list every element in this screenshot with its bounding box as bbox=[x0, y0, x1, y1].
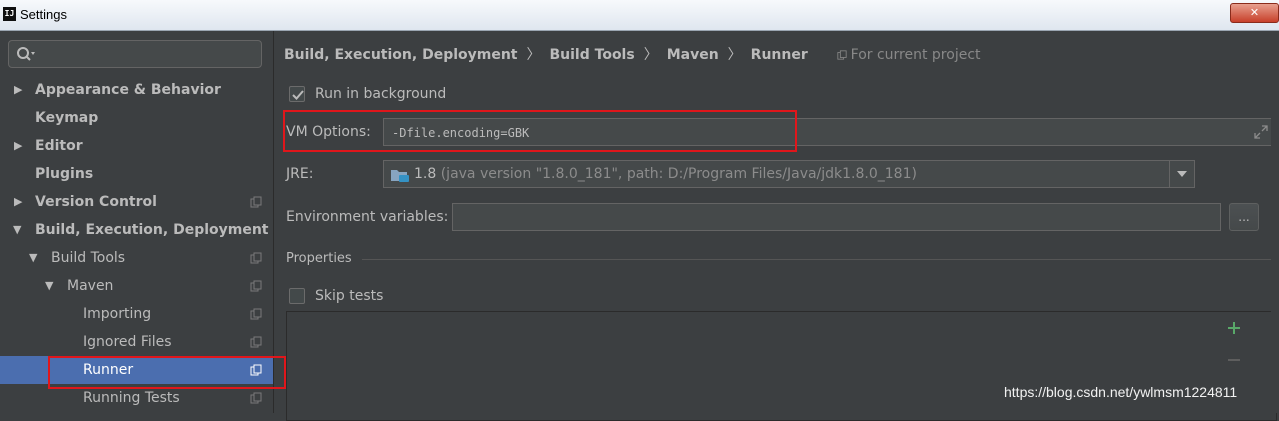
expand-arrow-icon[interactable]: ▶ bbox=[14, 132, 22, 160]
sidebar-item-label: Maven bbox=[67, 278, 114, 294]
project-scope-icon bbox=[250, 392, 262, 404]
skip-tests-label[interactable]: Skip tests bbox=[315, 288, 383, 304]
vm-options-field[interactable] bbox=[383, 118, 1277, 146]
jre-label: JRE: bbox=[286, 166, 314, 182]
breadcrumb-separator: 〉 bbox=[643, 47, 658, 63]
chevron-down-icon bbox=[1177, 171, 1187, 177]
sidebar-item-label: Editor bbox=[35, 138, 83, 154]
sidebar-item-runner[interactable]: Runner bbox=[0, 356, 273, 384]
project-scope-icon bbox=[250, 280, 262, 292]
sidebar-item-label: Keymap bbox=[35, 110, 99, 126]
project-scope-icon bbox=[250, 308, 262, 320]
sidebar-item-importing[interactable]: Importing bbox=[0, 300, 273, 328]
jre-version: 1.8 bbox=[414, 166, 437, 182]
search-input[interactable] bbox=[43, 45, 257, 65]
scope-label: For current project bbox=[850, 47, 981, 63]
sidebar-item-ignored-files[interactable]: Ignored Files bbox=[0, 328, 273, 356]
env-variables-input[interactable] bbox=[459, 208, 1213, 228]
settings-sidebar: ▶ Appearance & Behavior Keymap ▶ Editor … bbox=[0, 31, 273, 413]
sidebar-item-build-tools[interactable]: ▼ Build Tools bbox=[0, 244, 273, 272]
project-scope-icon bbox=[250, 252, 262, 264]
properties-table[interactable] bbox=[286, 311, 1277, 421]
breadcrumb-part: Maven bbox=[666, 47, 719, 63]
project-scope-icon bbox=[250, 336, 262, 348]
project-scope-icon bbox=[837, 50, 847, 60]
settings-search[interactable] bbox=[8, 40, 262, 68]
collapse-arrow-icon[interactable]: ▼ bbox=[13, 216, 21, 244]
run-in-background-label[interactable]: Run in background bbox=[315, 86, 446, 102]
checkmark-icon bbox=[292, 90, 304, 100]
close-button[interactable]: ✕ bbox=[1230, 3, 1279, 23]
vertical-scrollbar[interactable] bbox=[1271, 31, 1279, 413]
sidebar-item-plugins[interactable]: Plugins bbox=[0, 160, 273, 188]
sidebar-item-label: Running Tests bbox=[83, 390, 180, 406]
sidebar-item-label: Ignored Files bbox=[83, 334, 172, 350]
sidebar-item-label: Importing bbox=[83, 306, 152, 322]
vm-options-input[interactable] bbox=[390, 123, 1234, 143]
breadcrumb-separator: 〉 bbox=[727, 47, 742, 63]
breadcrumb-part: Build Tools bbox=[549, 47, 635, 63]
sidebar-item-appearance-behavior[interactable]: ▶ Appearance & Behavior bbox=[0, 76, 273, 104]
jdk-folder-icon bbox=[391, 170, 409, 182]
sidebar-item-maven[interactable]: ▼ Maven bbox=[0, 272, 273, 300]
sidebar-item-running-tests[interactable]: Running Tests bbox=[0, 384, 273, 412]
breadcrumb-separator: 〉 bbox=[526, 47, 541, 63]
sidebar-item-build-execution-deployment[interactable]: ▼ Build, Execution, Deployment bbox=[0, 216, 273, 244]
sidebar-item-label: Build Tools bbox=[51, 250, 126, 266]
run-in-background-checkbox[interactable] bbox=[289, 86, 305, 102]
expand-arrow-icon[interactable]: ▶ bbox=[14, 188, 22, 216]
properties-separator bbox=[362, 259, 1277, 260]
sidebar-item-editor[interactable]: ▶ Editor bbox=[0, 132, 273, 160]
project-scope-icon bbox=[250, 364, 262, 376]
runner-settings-panel: Build, Execution, Deployment 〉 Build Tools… bbox=[274, 31, 1279, 421]
expand-icon[interactable] bbox=[1254, 125, 1268, 139]
env-variables-edit-button[interactable]: ... bbox=[1229, 203, 1259, 231]
title-bar: IJ Settings ✕ bbox=[0, 0, 1279, 31]
breadcrumb: Build, Execution, Deployment 〉 Build Tools… bbox=[284, 44, 981, 66]
collapse-arrow-icon[interactable]: ▼ bbox=[45, 272, 53, 300]
sidebar-item-keymap[interactable]: Keymap bbox=[0, 104, 273, 132]
breadcrumb-part: Runner bbox=[750, 47, 808, 63]
intellij-app-icon: IJ bbox=[3, 7, 16, 21]
properties-group-title: Properties bbox=[286, 251, 352, 266]
breadcrumb-part: Build, Execution, Deployment bbox=[284, 47, 518, 63]
sidebar-item-label: Appearance & Behavior bbox=[35, 82, 221, 98]
expand-arrow-icon[interactable]: ▶ bbox=[14, 76, 22, 104]
sidebar-item-label: Runner bbox=[83, 362, 134, 378]
sidebar-item-version-control[interactable]: ▶ Version Control bbox=[0, 188, 273, 216]
env-variables-label: Environment variables: bbox=[286, 209, 449, 225]
jre-dropdown-button[interactable] bbox=[1169, 161, 1194, 187]
add-property-icon[interactable] bbox=[1227, 321, 1241, 335]
collapse-arrow-icon[interactable]: ▼ bbox=[29, 244, 37, 272]
jre-selected-value: 1.8 (java version "1.8.0_181", path: D:/… bbox=[414, 161, 917, 187]
search-icon bbox=[17, 47, 35, 61]
sidebar-item-label: Plugins bbox=[35, 166, 94, 182]
sidebar-item-label: Version Control bbox=[35, 194, 157, 210]
env-variables-field[interactable] bbox=[452, 203, 1221, 231]
remove-property-icon[interactable] bbox=[1227, 353, 1241, 367]
vm-options-label: VM Options: bbox=[286, 124, 371, 140]
window-title: Settings bbox=[20, 7, 67, 22]
jre-select[interactable]: 1.8 (java version "1.8.0_181", path: D:/… bbox=[383, 160, 1195, 188]
watermark: https://blog.csdn.net/ywlmsm1224811 bbox=[1004, 384, 1238, 400]
sidebar-item-label: Build, Execution, Deployment bbox=[35, 222, 269, 238]
skip-tests-checkbox[interactable] bbox=[289, 288, 305, 304]
jre-detail: (java version "1.8.0_181", path: D:/Prog… bbox=[440, 166, 917, 182]
project-scope-icon bbox=[250, 196, 262, 208]
